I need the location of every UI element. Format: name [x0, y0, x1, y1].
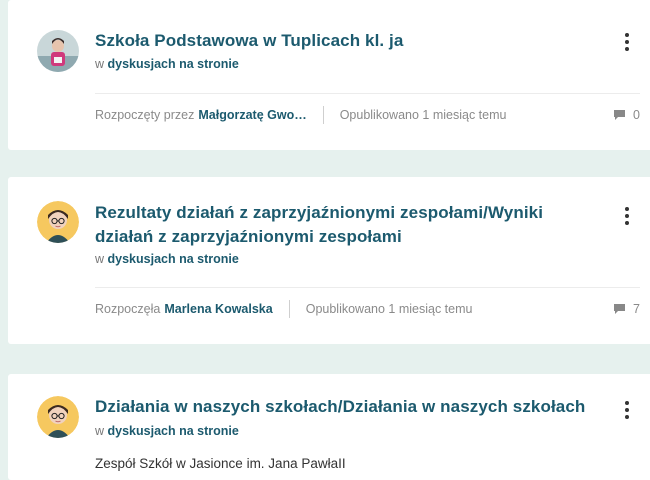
- discussion-meta: Rozpoczęty przez Małgorzatę Gwo… Opublik…: [95, 105, 640, 125]
- author-avatar[interactable]: [37, 396, 79, 438]
- comment-icon: [614, 304, 626, 314]
- published-time: Opublikowano 1 miesiąc temu: [339, 108, 507, 122]
- author-link[interactable]: Małgorzatę Gwo…: [198, 108, 306, 122]
- discussion-location: w dyskusjach na stronie: [95, 57, 239, 71]
- discussion-title[interactable]: Rezultaty działań z zaprzyjaźnionymi zes…: [95, 201, 605, 249]
- published-time: Opublikowano 1 miesiąc temu: [305, 302, 473, 316]
- location-prefix: w: [95, 57, 105, 71]
- divider: [95, 287, 640, 288]
- location-prefix: w: [95, 252, 105, 266]
- comment-count[interactable]: 0: [614, 108, 640, 122]
- discussion-card: Działania w naszych szkołach/Działania w…: [8, 374, 650, 480]
- discussion-excerpt: Zespół Szkół w Jasionce im. Jana PawłaII: [95, 456, 346, 471]
- author-avatar[interactable]: [37, 30, 79, 72]
- comment-count-value: 0: [633, 108, 640, 122]
- more-options-icon[interactable]: [624, 207, 630, 225]
- woman-glasses-icon: [37, 201, 79, 243]
- author-avatar[interactable]: [37, 201, 79, 243]
- photo-child-icon: [37, 30, 79, 72]
- meta-separator: [322, 106, 324, 124]
- more-options-icon[interactable]: [624, 401, 630, 419]
- discussion-feed: Szkoła Podstawowa w Tuplicach kl. ja w d…: [0, 0, 650, 480]
- divider: [95, 93, 640, 94]
- discussion-card: Szkoła Podstawowa w Tuplicach kl. ja w d…: [8, 0, 650, 150]
- location-prefix: w: [95, 424, 105, 438]
- comment-count-value: 7: [633, 302, 640, 316]
- woman-glasses-icon: [37, 396, 79, 438]
- discussion-location: w dyskusjach na stronie: [95, 424, 239, 438]
- started-by-label: Rozpoczęła: [95, 302, 161, 316]
- discussion-card: Rezultaty działań z zaprzyjaźnionymi zes…: [8, 177, 650, 344]
- discussion-location: w dyskusjach na stronie: [95, 252, 239, 266]
- discussion-title[interactable]: Szkoła Podstawowa w Tuplicach kl. ja: [95, 29, 605, 53]
- more-options-icon[interactable]: [624, 33, 630, 51]
- discussion-title[interactable]: Działania w naszych szkołach/Działania w…: [95, 395, 605, 419]
- location-link[interactable]: dyskusjach na stronie: [108, 424, 239, 438]
- meta-separator: [288, 300, 290, 318]
- comment-count[interactable]: 7: [614, 302, 640, 316]
- started-by-label: Rozpoczęty przez: [95, 108, 195, 122]
- discussion-meta: Rozpoczęła Marlena Kowalska Opublikowano…: [95, 299, 640, 319]
- location-link[interactable]: dyskusjach na stronie: [108, 57, 239, 71]
- author-link[interactable]: Marlena Kowalska: [164, 302, 272, 316]
- comment-icon: [614, 110, 626, 120]
- location-link[interactable]: dyskusjach na stronie: [108, 252, 239, 266]
